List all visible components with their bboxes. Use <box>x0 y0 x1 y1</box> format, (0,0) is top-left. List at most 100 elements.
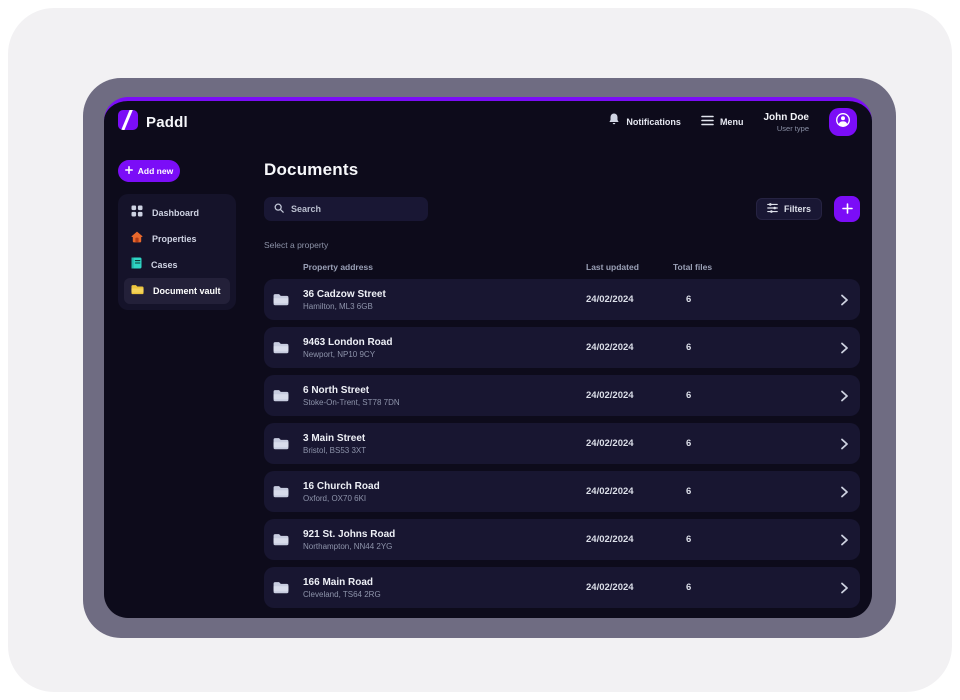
menu-label: Menu <box>720 117 744 127</box>
sidebar-item-cases[interactable]: Cases <box>124 252 230 278</box>
total-files-cell: 6 <box>673 582 828 593</box>
folder-icon <box>264 581 303 594</box>
sidebar-item-label: Properties <box>152 234 197 244</box>
account-circle-icon <box>834 111 852 134</box>
sidebar-item-dashboard[interactable]: Dashboard <box>124 200 230 226</box>
total-files-cell: 6 <box>673 486 828 497</box>
chevron-right-icon <box>828 582 860 594</box>
user-name: John Doe <box>763 112 809 124</box>
folder-icon <box>131 282 144 300</box>
last-updated-cell: 24/02/2024 <box>586 438 673 449</box>
chevron-right-icon <box>828 342 860 354</box>
last-updated-cell: 24/02/2024 <box>586 534 673 545</box>
address-cell: 921 St. Johns Road Northampton, NN44 2YG <box>303 529 586 551</box>
sidebar-item-label: Cases <box>151 260 178 270</box>
locality-line: Northampton, NN44 2YG <box>303 542 586 551</box>
locality-line: Oxford, OX70 6KI <box>303 494 586 503</box>
property-list: 36 Cadzow Street Hamilton, ML3 6GB 24/02… <box>264 279 860 608</box>
locality-line: Bristol, BS53 3XT <box>303 446 586 455</box>
avatar[interactable] <box>829 108 857 136</box>
address-cell: 166 Main Road Cleveland, TS64 2RG <box>303 577 586 599</box>
address-line: 6 North Street <box>303 385 586 396</box>
hamburger-icon <box>701 113 714 131</box>
total-files-cell: 6 <box>673 342 828 353</box>
brand: Paddl <box>118 110 188 135</box>
app-window: Paddl Notifications <box>104 97 872 618</box>
plus-icon <box>842 202 853 217</box>
sidebar-item-document-vault[interactable]: Document vault <box>124 278 230 304</box>
last-updated-cell: 24/02/2024 <box>586 390 673 401</box>
locality-line: Newport, NP10 9CY <box>303 350 586 359</box>
address-cell: 9463 London Road Newport, NP10 9CY <box>303 337 586 359</box>
folder-icon <box>264 341 303 354</box>
user-block: John Doe User type <box>763 112 809 133</box>
locality-line: Hamilton, ML3 6GB <box>303 302 586 311</box>
address-cell: 3 Main Street Bristol, BS53 3XT <box>303 433 586 455</box>
select-property-label: Select a property <box>264 240 860 250</box>
sliders-icon <box>767 203 778 215</box>
chevron-right-icon <box>828 390 860 402</box>
sidebar-item-label: Dashboard <box>152 208 199 218</box>
chevron-right-icon <box>828 486 860 498</box>
book-icon <box>131 256 142 274</box>
address-line: 166 Main Road <box>303 577 586 588</box>
filters-label: Filters <box>784 204 811 214</box>
chevron-right-icon <box>828 534 860 546</box>
notifications-button[interactable]: Notifications <box>608 113 681 131</box>
folder-icon <box>264 485 303 498</box>
folder-icon <box>264 389 303 402</box>
sidebar-item-label: Document vault <box>153 286 221 296</box>
page-title: Documents <box>264 160 860 180</box>
property-row[interactable]: 16 Church Road Oxford, OX70 6KI 24/02/20… <box>264 471 860 512</box>
sidebar: Add new Da <box>104 143 264 608</box>
add-new-label: Add new <box>138 166 173 176</box>
folder-icon <box>264 533 303 546</box>
brand-name: Paddl <box>146 114 188 131</box>
address-cell: 36 Cadzow Street Hamilton, ML3 6GB <box>303 289 586 311</box>
property-row[interactable]: 3 Main Street Bristol, BS53 3XT 24/02/20… <box>264 423 860 464</box>
folder-icon <box>264 293 303 306</box>
sidebar-nav: Dashboard Properties <box>118 194 236 310</box>
chevron-right-icon <box>828 294 860 306</box>
column-header-property-address: Property address <box>303 262 586 272</box>
address-line: 36 Cadzow Street <box>303 289 586 300</box>
locality-line: Cleveland, TS64 2RG <box>303 590 586 599</box>
property-row[interactable]: 921 St. Johns Road Northampton, NN44 2YG… <box>264 519 860 560</box>
address-line: 16 Church Road <box>303 481 586 492</box>
address-line: 9463 London Road <box>303 337 586 348</box>
device-frame: Paddl Notifications <box>83 78 896 638</box>
total-files-cell: 6 <box>673 438 828 449</box>
address-line: 921 St. Johns Road <box>303 529 586 540</box>
add-new-button[interactable]: Add new <box>118 160 180 182</box>
filters-button[interactable]: Filters <box>756 198 822 220</box>
topbar: Paddl Notifications <box>104 101 872 143</box>
last-updated-cell: 24/02/2024 <box>586 294 673 305</box>
search-box[interactable] <box>264 197 428 221</box>
column-header-total-files: Total files <box>673 262 828 272</box>
property-row[interactable]: 166 Main Road Cleveland, TS64 2RG 24/02/… <box>264 567 860 608</box>
main-content: Documents <box>264 143 872 608</box>
address-cell: 6 North Street Stoke-On-Trent, ST78 7DN <box>303 385 586 407</box>
grid-icon <box>131 204 143 222</box>
column-header-last-updated: Last updated <box>586 262 673 272</box>
folder-icon <box>264 437 303 450</box>
backdrop-panel: Paddl Notifications <box>8 8 952 692</box>
total-files-cell: 6 <box>673 294 828 305</box>
sidebar-item-properties[interactable]: Properties <box>124 226 230 252</box>
last-updated-cell: 24/02/2024 <box>586 342 673 353</box>
property-row[interactable]: 9463 London Road Newport, NP10 9CY 24/02… <box>264 327 860 368</box>
user-subtitle: User type <box>763 124 809 133</box>
menu-button[interactable]: Menu <box>701 113 744 131</box>
bell-icon <box>608 113 620 131</box>
property-row[interactable]: 6 North Street Stoke-On-Trent, ST78 7DN … <box>264 375 860 416</box>
search-input[interactable] <box>291 204 418 214</box>
locality-line: Stoke-On-Trent, ST78 7DN <box>303 398 586 407</box>
add-document-button[interactable] <box>834 196 860 222</box>
search-icon <box>274 200 284 218</box>
house-icon <box>131 230 143 248</box>
total-files-cell: 6 <box>673 390 828 401</box>
paddl-logo-icon <box>118 110 138 135</box>
last-updated-cell: 24/02/2024 <box>586 486 673 497</box>
property-row[interactable]: 36 Cadzow Street Hamilton, ML3 6GB 24/02… <box>264 279 860 320</box>
plus-icon <box>125 166 133 176</box>
